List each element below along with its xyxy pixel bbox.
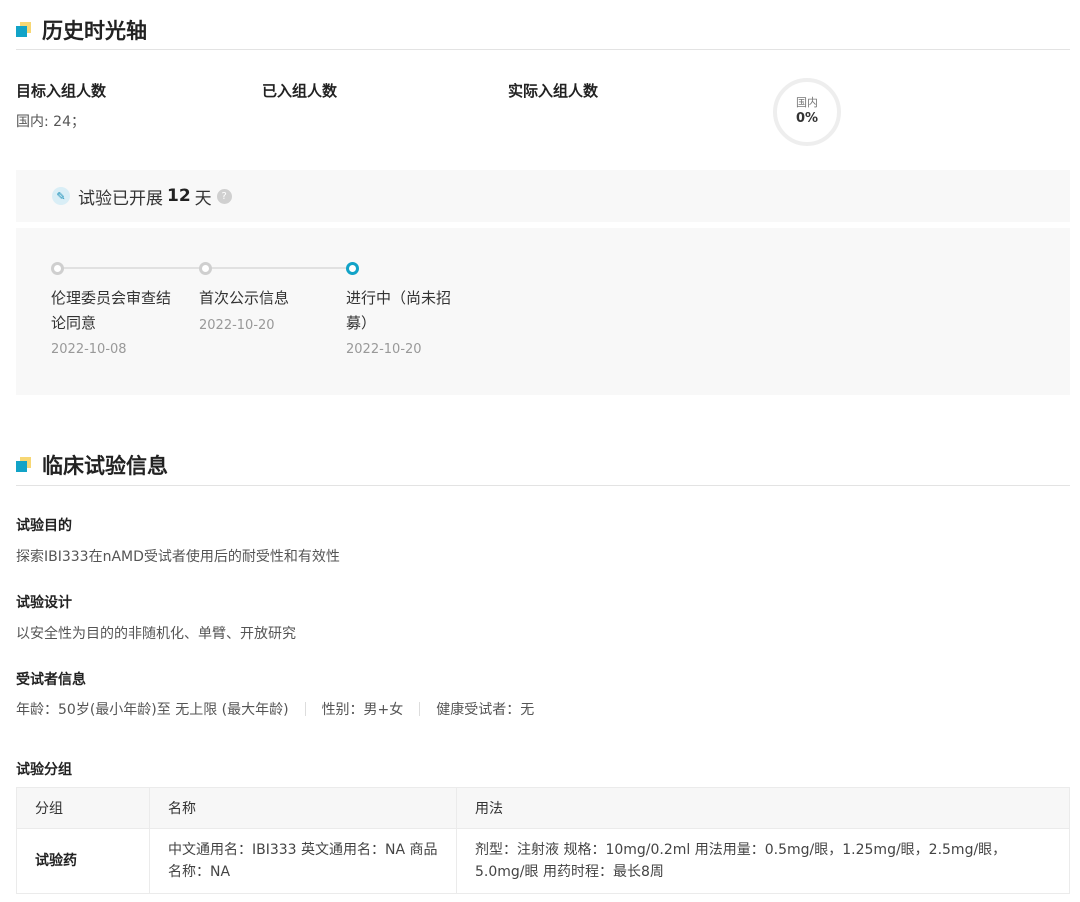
- table-cell-group: 试验药: [16, 828, 150, 894]
- target-enrollment-label: 目标入组人数: [16, 82, 107, 100]
- separator: [419, 702, 421, 716]
- timeline: 伦理委员会审查结论同意 2022-10-08 首次公示信息 2022-10-20…: [16, 228, 1070, 395]
- progress-region-label: 国内: [796, 96, 818, 109]
- subject-age: 年龄：50岁(最小年龄)至 无上限 (最大年龄): [16, 702, 289, 718]
- section-divider: [16, 485, 1070, 486]
- enrolled-label: 已入组人数: [262, 82, 338, 100]
- timeline-event-title: 进行中（尚未招募）: [346, 289, 452, 332]
- separator: [304, 702, 306, 716]
- trial-groups-label: 试验分组: [16, 762, 72, 778]
- timeline-event-date: 2022-10-20: [346, 342, 422, 357]
- timeline-event-title: 首次公示信息: [199, 289, 290, 307]
- enrollment-progress-ring: 国内 0%: [773, 78, 841, 146]
- timeline-dot: [51, 262, 64, 275]
- target-enrollment-value: 国内: 24；: [16, 114, 85, 130]
- started-prefix: 试验已开展: [78, 188, 163, 209]
- table-header-usage: 用法: [456, 787, 1070, 829]
- pen-icon: ✎: [52, 187, 70, 205]
- table-cell-usage: 剂型：注射液 规格：10mg/0.2ml 用法用量：0.5mg/眼，1.25mg…: [456, 828, 1070, 894]
- section-title-history: 历史时光轴: [16, 15, 147, 45]
- table-header-group: 分组: [16, 787, 150, 829]
- progress-percent: 0%: [795, 111, 819, 126]
- actual-enrollment-label: 实际入组人数: [508, 82, 599, 100]
- question-icon[interactable]: ?: [216, 188, 232, 204]
- timeline-event-title: 伦理委员会审查结论同意: [51, 289, 172, 332]
- timeline-event-date: 2022-10-08: [51, 342, 127, 357]
- section-square-icon: [16, 22, 32, 38]
- timeline-dot: [199, 262, 212, 275]
- subject-info-row: 年龄：50岁(最小年龄)至 无上限 (最大年龄) 性别：男+女 健康受试者：无: [16, 699, 534, 719]
- subject-gender: 性别：男+女: [321, 702, 404, 718]
- section-title-clinical: 临床试验信息: [16, 450, 168, 480]
- section-square-icon: [16, 457, 32, 473]
- table-header-row: 分组 名称 用法: [16, 787, 1070, 829]
- timeline-dot-active: [346, 262, 359, 275]
- section-title-text: 临床试验信息: [42, 454, 168, 478]
- trial-groups-table: 分组 名称 用法 试验药 中文通用名：IBI333 英文通用名：NA 商品名称：…: [16, 787, 1070, 894]
- timeline-connector: [205, 267, 352, 269]
- started-suffix: 天: [194, 188, 212, 209]
- trial-purpose-value: 探索IBI333在nAMD受试者使用后的耐受性和有效性: [16, 549, 340, 565]
- section-title-text: 历史时光轴: [42, 19, 147, 43]
- table-header-name: 名称: [149, 787, 457, 829]
- table-cell-name: 中文通用名：IBI333 英文通用名：NA 商品名称：NA: [149, 828, 457, 894]
- trial-purpose-label: 试验目的: [16, 518, 72, 534]
- table-row: 试验药 中文通用名：IBI333 英文通用名：NA 商品名称：NA 剂型：注射液…: [16, 828, 1070, 894]
- trial-design-value: 以安全性为目的的非随机化、单臂、开放研究: [16, 626, 296, 642]
- subject-healthy: 健康受试者：无: [436, 702, 535, 718]
- subject-info-label: 受试者信息: [16, 672, 86, 688]
- timeline-connector: [57, 267, 205, 269]
- timeline-event-date: 2022-10-20: [199, 318, 275, 333]
- section-divider: [16, 49, 1070, 50]
- started-days: 12: [167, 186, 191, 206]
- trial-started-bar: ✎ 试验已开展 12 天 ?: [16, 170, 1070, 222]
- trial-design-label: 试验设计: [16, 595, 72, 611]
